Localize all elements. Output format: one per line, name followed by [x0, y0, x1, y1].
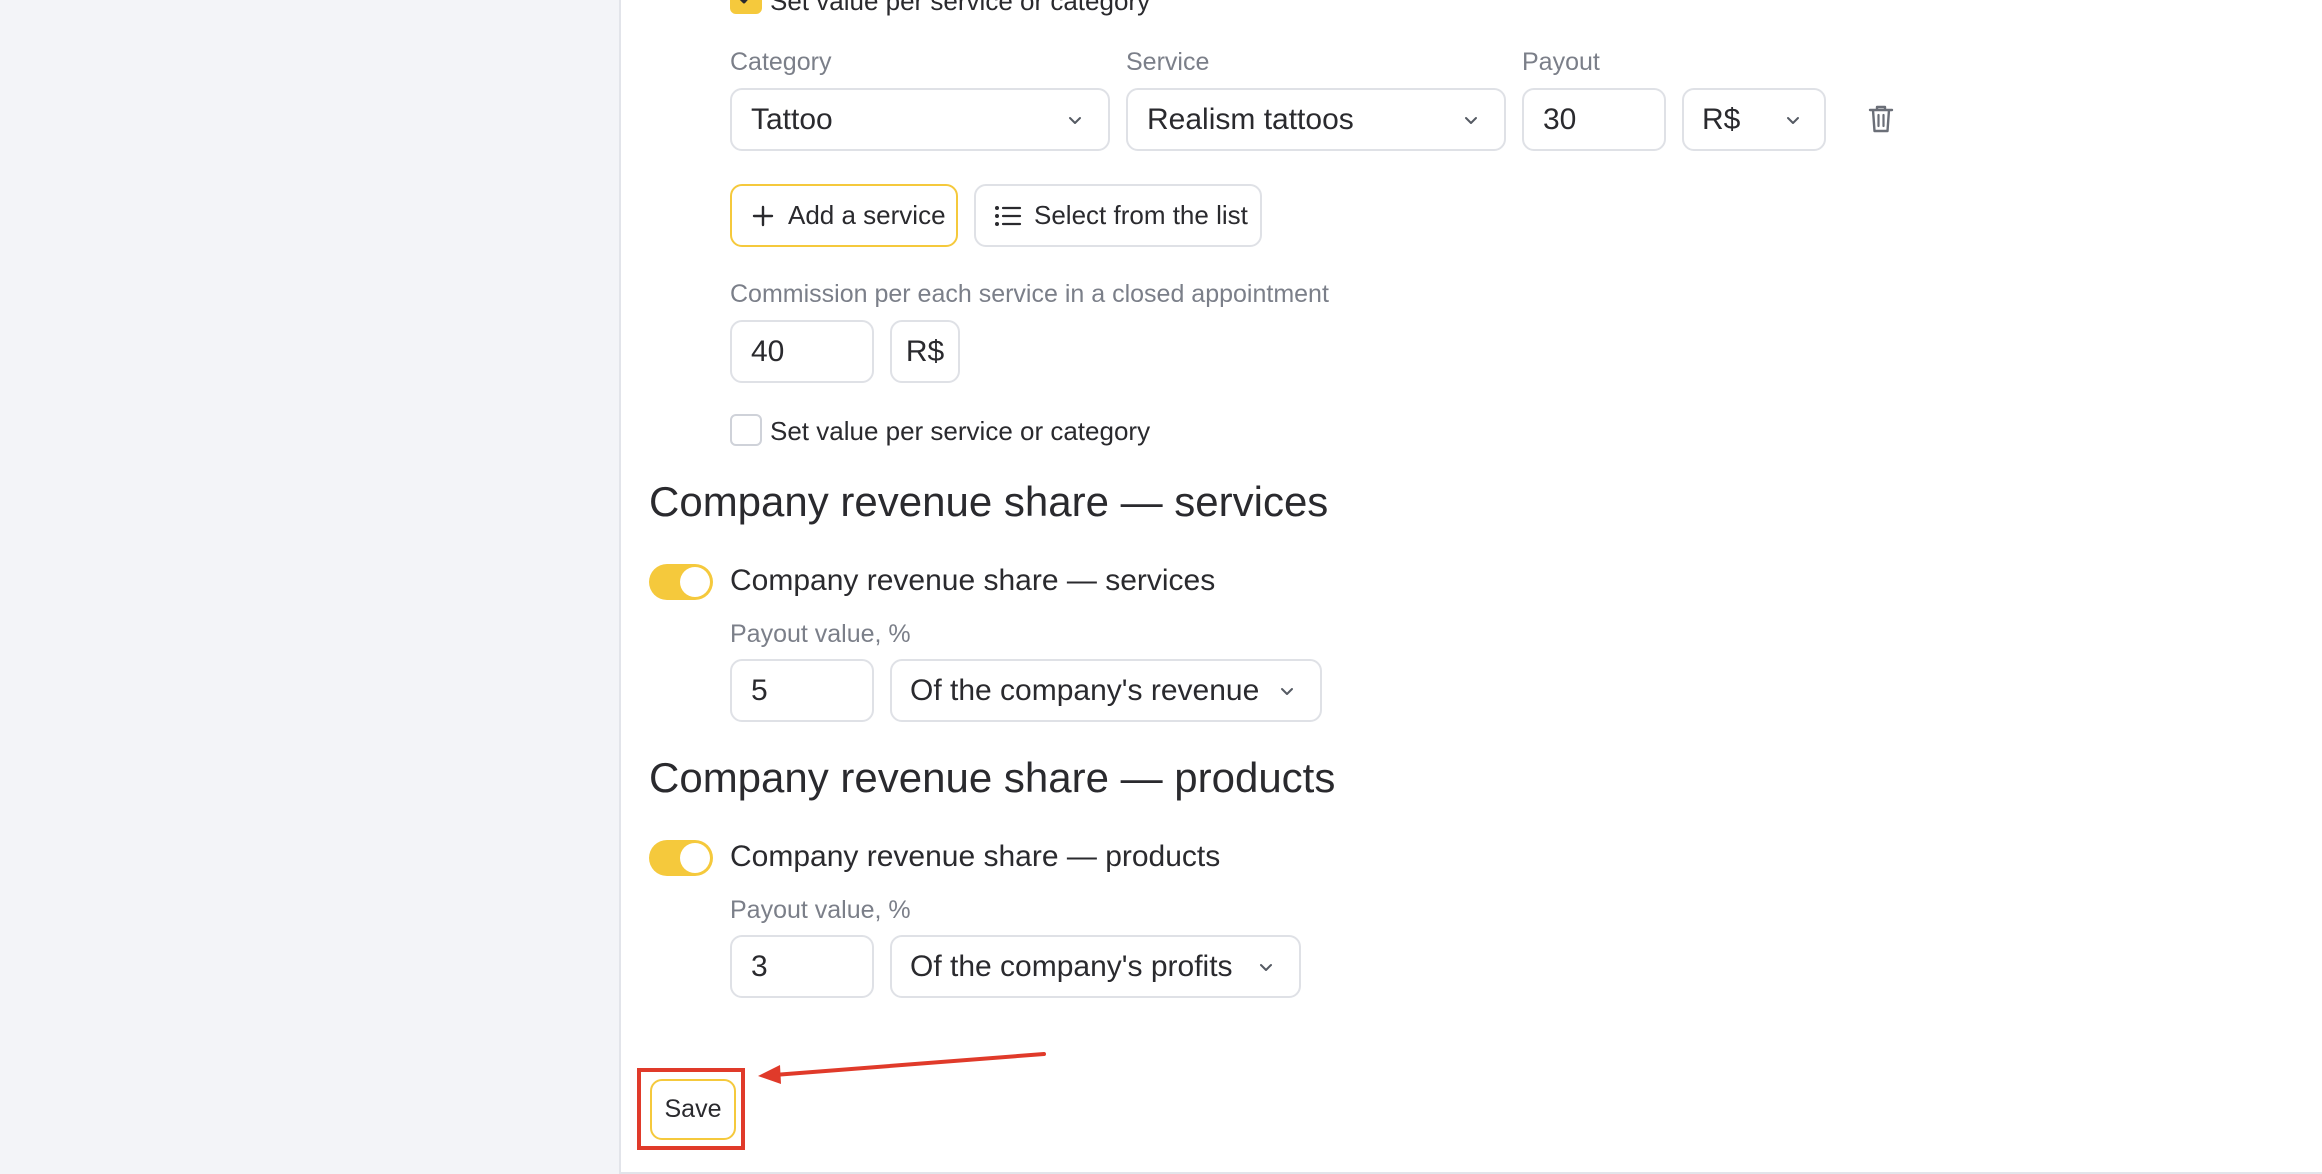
toggle-knob	[680, 843, 710, 873]
chevron-down-icon	[1787, 116, 1799, 124]
products-share-heading: Company revenue share — products	[649, 754, 1336, 801]
select-from-list-label: Select from the list	[1034, 200, 1248, 230]
products-basis-value: Of the company's profits	[910, 949, 1233, 983]
category-label: Category	[730, 48, 832, 76]
products-payout-input[interactable]: 3	[730, 935, 874, 998]
products-payout-label: Payout value, %	[730, 896, 911, 924]
services-share-heading: Company revenue share — services	[649, 478, 1329, 525]
services-share-toggle-label: Company revenue share — services	[730, 564, 1216, 597]
services-basis-select[interactable]: Of the company's revenue	[890, 659, 1322, 722]
highlight-box	[637, 1068, 745, 1150]
annotation-arrow	[758, 1052, 1046, 1084]
services-basis-value: Of the company's revenue	[910, 673, 1260, 707]
category-select[interactable]: Tattoo	[730, 88, 1110, 151]
commission-label: Commission per each service in a closed …	[730, 280, 1329, 308]
products-payout-value: 3	[751, 949, 768, 983]
services-payout-label: Payout value, %	[730, 620, 911, 648]
commission-currency[interactable]: R$	[890, 320, 960, 383]
services-share-toggle[interactable]	[649, 564, 713, 600]
set-value-checkbox-top[interactable]	[730, 0, 762, 14]
payout-label: Payout	[1522, 48, 1600, 76]
sidebar-panel	[0, 0, 621, 1174]
payout-input[interactable]: 30	[1522, 88, 1666, 151]
check-icon	[739, 0, 748, 4]
services-payout-value: 5	[751, 673, 768, 707]
service-select-value: Realism tattoos	[1147, 102, 1354, 136]
category-select-value: Tattoo	[751, 102, 833, 136]
commission-currency-value: R$	[905, 334, 945, 368]
chevron-down-icon	[1069, 116, 1081, 124]
add-service-label: Add a service	[788, 200, 946, 230]
chevron-down-icon	[1281, 687, 1293, 695]
commission-input[interactable]: 40	[730, 320, 874, 383]
currency-select-value: R$	[1702, 102, 1741, 136]
set-value-checkbox-label: Set value per service or category	[770, 416, 1151, 446]
chevron-down-icon	[1465, 116, 1477, 124]
currency-select[interactable]: R$	[1682, 88, 1826, 151]
add-service-button[interactable]: Add a service	[730, 184, 958, 247]
plus-icon	[752, 205, 774, 226]
service-select[interactable]: Realism tattoos	[1126, 88, 1506, 151]
toggle-knob	[680, 567, 710, 597]
set-value-checkbox[interactable]	[730, 414, 762, 446]
set-value-checkbox-top-label: Set value per service or category	[770, 0, 1151, 16]
chevron-down-icon	[1260, 963, 1272, 971]
service-label: Service	[1126, 48, 1210, 76]
select-from-list-button[interactable]: Select from the list	[974, 184, 1262, 247]
commission-input-value: 40	[751, 334, 785, 368]
payout-input-value: 30	[1543, 102, 1577, 136]
list-icon	[995, 205, 1022, 226]
products-basis-select[interactable]: Of the company's profits	[890, 935, 1301, 998]
products-share-toggle[interactable]	[649, 840, 713, 876]
trash-icon[interactable]	[1868, 104, 1894, 134]
services-payout-input[interactable]: 5	[730, 659, 874, 722]
products-share-toggle-label: Company revenue share — products	[730, 840, 1221, 873]
